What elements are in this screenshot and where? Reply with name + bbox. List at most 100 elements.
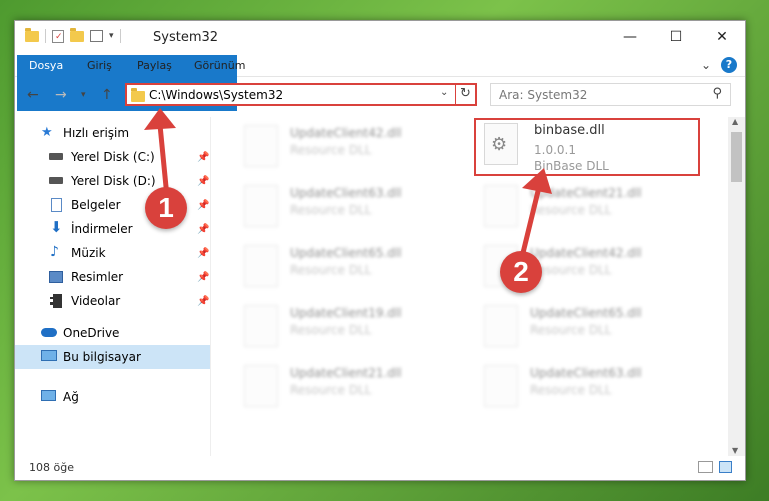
dll-file-icon: [484, 365, 518, 407]
cloud-icon: [41, 328, 57, 337]
nav-item-local-disk-c[interactable]: Yerel Disk (C:) 📌: [15, 145, 210, 169]
music-icon: ♪: [50, 244, 59, 260]
close-button[interactable]: ✕: [699, 21, 745, 53]
pin-icon[interactable]: 📌: [197, 248, 209, 259]
file-item[interactable]: UpdateClient21.dll Resource DLL: [234, 361, 454, 417]
nav-this-pc[interactable]: Bu bilgisayar: [15, 345, 210, 369]
nav-label: Yerel Disk (D:): [71, 174, 156, 188]
nav-onedrive[interactable]: OneDrive: [15, 321, 210, 345]
up-arrow-icon[interactable]: ↑: [101, 87, 113, 103]
search-input[interactable]: Ara: System32 ⚲: [490, 83, 731, 106]
tab-share[interactable]: Paylaş: [125, 55, 184, 77]
nav-label: OneDrive: [63, 326, 120, 340]
file-name: UpdateClient63.dll: [530, 366, 642, 380]
file-name: UpdateClient63.dll: [290, 186, 402, 200]
download-icon: ⬇: [50, 218, 63, 236]
video-icon: [50, 294, 62, 308]
file-type: Resource DLL: [290, 203, 372, 217]
file-name: UpdateClient19.dll: [290, 306, 402, 320]
network-icon: [41, 390, 56, 401]
chevron-down-icon[interactable]: ▾: [109, 31, 114, 41]
search-placeholder: Ara: System32: [499, 88, 588, 102]
star-icon: ★: [41, 125, 53, 140]
folder-icon: [131, 88, 145, 102]
file-type: Resource DLL: [290, 143, 372, 157]
pin-icon[interactable]: 📌: [197, 176, 209, 187]
scrollbar-thumb[interactable]: [731, 132, 742, 182]
file-name: UpdateClient42.dll: [530, 246, 642, 260]
file-type: Resource DLL: [290, 263, 372, 277]
drive-icon: [49, 177, 63, 184]
file-item[interactable]: UpdateClient65.dll Resource DLL: [234, 241, 454, 297]
file-item[interactable]: UpdateClient63.dll Resource DLL: [474, 361, 694, 417]
quick-access-toolbar: ✓ ▾: [25, 27, 121, 43]
tab-view[interactable]: Görünüm: [182, 55, 257, 77]
new-folder-icon[interactable]: [70, 27, 84, 42]
scroll-down-icon[interactable]: ▼: [732, 446, 738, 455]
back-arrow-icon[interactable]: ←: [27, 87, 39, 103]
drive-icon: [49, 153, 63, 160]
file-name: UpdateClient65.dll: [290, 246, 402, 260]
status-bar: 108 öğe: [15, 456, 745, 480]
file-type: Resource DLL: [530, 383, 612, 397]
pin-icon[interactable]: 📌: [197, 152, 209, 163]
file-list: UpdateClient42.dll Resource DLL UpdateCl…: [212, 117, 728, 457]
minimize-button[interactable]: —: [607, 21, 653, 53]
nav-label: Bu bilgisayar: [63, 350, 141, 364]
tab-home[interactable]: Giriş: [75, 55, 124, 77]
search-icon[interactable]: ⚲: [712, 86, 722, 101]
dll-file-icon: [484, 185, 518, 227]
dll-file-icon: [244, 305, 278, 347]
nav-item-local-disk-d[interactable]: Yerel Disk (D:) 📌: [15, 169, 210, 193]
pin-icon[interactable]: 📌: [197, 224, 209, 235]
nav-quick-access[interactable]: ★ Hızlı erişim: [15, 121, 210, 145]
computer-icon: [41, 350, 57, 361]
nav-item-music[interactable]: ♪ Müzik 📌: [15, 241, 210, 265]
help-icon[interactable]: ?: [721, 57, 737, 73]
nav-item-pictures[interactable]: Resimler 📌: [15, 265, 210, 289]
nav-label: Resimler: [71, 270, 124, 284]
address-row: ← → ▾ ↑ C:\Windows\System32 ⌄ ↻ Ara: Sys…: [15, 77, 745, 113]
nav-network[interactable]: Ağ: [15, 385, 210, 409]
vertical-scrollbar[interactable]: ▲ ▼: [728, 117, 745, 457]
file-item[interactable]: UpdateClient42.dll Resource DLL: [234, 121, 454, 177]
dll-file-icon: [244, 125, 278, 167]
refresh-icon[interactable]: ↻: [455, 83, 475, 106]
file-item[interactable]: UpdateClient19.dll Resource DLL: [234, 301, 454, 357]
navigation-pane: ★ Hızlı erişim Yerel Disk (C:) 📌 Yerel D…: [15, 117, 211, 457]
window-title: System32: [153, 30, 219, 45]
address-bar[interactable]: C:\Windows\System32 ⌄ ↻: [125, 83, 477, 106]
nav-item-videos[interactable]: Videolar 📌: [15, 289, 210, 313]
expand-ribbon-icon[interactable]: ⌄: [701, 58, 711, 72]
dll-file-icon: [244, 245, 278, 287]
pin-icon[interactable]: 📌: [197, 272, 209, 283]
large-icons-view-icon[interactable]: [719, 461, 732, 473]
file-item[interactable]: UpdateClient21.dll Resource DLL: [474, 181, 694, 237]
step-marker-1: 1: [145, 187, 187, 229]
pin-icon[interactable]: 📌: [197, 200, 209, 211]
scroll-up-icon[interactable]: ▲: [732, 117, 738, 126]
file-type: Resource DLL: [530, 203, 612, 217]
pictures-icon: [49, 271, 63, 283]
divider: [119, 29, 121, 43]
folder-icon: [25, 27, 39, 42]
nav-label: Müzik: [71, 246, 106, 260]
nav-label: Hızlı erişim: [63, 126, 130, 140]
nav-label: Yerel Disk (C:): [71, 150, 155, 164]
nav-label: Ağ: [63, 390, 79, 404]
file-name: UpdateClient21.dll: [530, 186, 642, 200]
file-name: UpdateClient42.dll: [290, 126, 402, 140]
maximize-button[interactable]: ☐: [653, 21, 699, 53]
file-item[interactable]: UpdateClient63.dll Resource DLL: [234, 181, 454, 237]
forward-arrow-icon[interactable]: →: [55, 87, 67, 103]
recent-chevron-icon[interactable]: ▾: [81, 90, 86, 100]
dll-file-icon: [244, 185, 278, 227]
layout-icon[interactable]: [90, 30, 103, 42]
divider: [45, 29, 46, 43]
chevron-down-icon[interactable]: ⌄: [440, 87, 448, 98]
details-view-icon[interactable]: [698, 461, 713, 473]
file-item[interactable]: UpdateClient65.dll Resource DLL: [474, 301, 694, 357]
properties-icon[interactable]: ✓: [52, 29, 64, 43]
pin-icon[interactable]: 📌: [197, 296, 209, 307]
dll-file-icon: [244, 365, 278, 407]
